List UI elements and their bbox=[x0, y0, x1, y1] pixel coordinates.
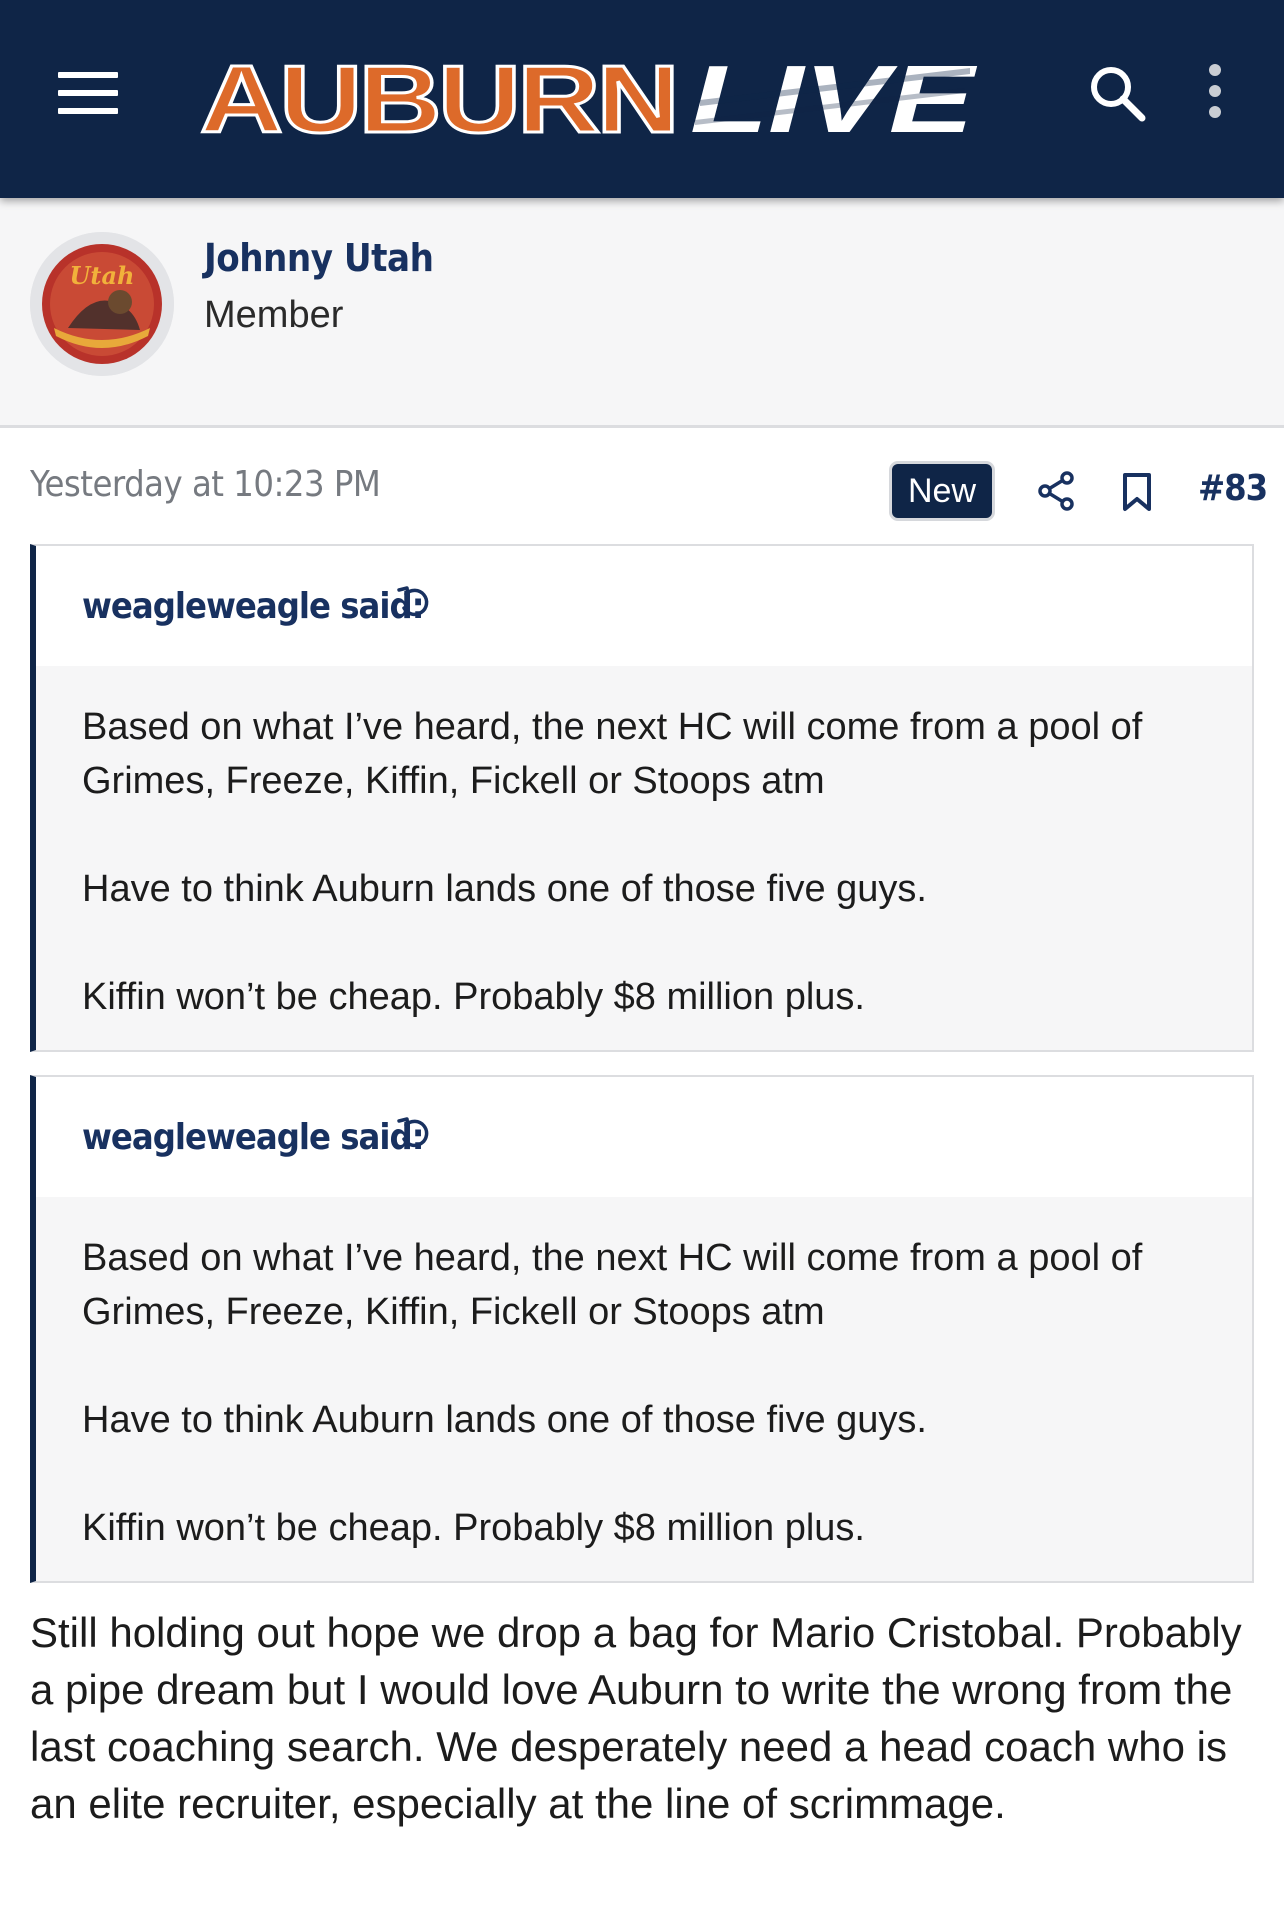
bookmark-icon[interactable] bbox=[1120, 472, 1154, 512]
post-meta-row: Yesterday at 10:23 PM New #83 bbox=[0, 428, 1284, 538]
quote-paragraph: Have to think Auburn lands one of those … bbox=[82, 868, 927, 910]
quote-paragraph: Based on what I’ve heard, the next HC wi… bbox=[82, 706, 1143, 802]
quote-content: Based on what I’ve heard, the next HC wi… bbox=[36, 666, 1252, 1060]
post-author-block: Utah Johnny Utah Member bbox=[0, 198, 1284, 428]
menu-icon[interactable] bbox=[58, 72, 118, 114]
quote-paragraph: Kiffin won’t be cheap. Probably $8 milli… bbox=[82, 976, 865, 1018]
search-icon[interactable] bbox=[1086, 62, 1148, 124]
author-name[interactable]: Johnny Utah bbox=[204, 236, 434, 280]
quote-header: weagleweagle said: bbox=[36, 546, 1252, 666]
quote-author-link[interactable]: weagleweagle said: bbox=[82, 586, 425, 627]
more-vertical-icon[interactable] bbox=[1198, 64, 1232, 124]
quote-header: weagleweagle said: bbox=[36, 1077, 1252, 1197]
quote-paragraph: Based on what I’ve heard, the next HC wi… bbox=[82, 1237, 1143, 1333]
quote-paragraph: Kiffin won’t be cheap. Probably $8 milli… bbox=[82, 1507, 865, 1549]
jump-to-quote-icon[interactable] bbox=[396, 584, 432, 622]
avatar-lettering: Utah bbox=[69, 261, 134, 290]
share-icon[interactable] bbox=[1036, 470, 1076, 512]
top-navigation-bar: AUBURN LIVE bbox=[0, 0, 1284, 198]
post-timestamp[interactable]: Yesterday at 10:23 PM bbox=[30, 464, 381, 505]
logo-auburn-text: AUBURN bbox=[200, 46, 676, 146]
post-number-link[interactable]: #83 bbox=[1198, 468, 1268, 509]
post-body-text: Still holding out hope we drop a bag for… bbox=[30, 1609, 1242, 1827]
new-badge: New bbox=[892, 464, 992, 518]
jump-to-quote-icon[interactable] bbox=[396, 1115, 432, 1153]
avatar[interactable]: Utah bbox=[30, 232, 174, 376]
quote-block: weagleweagle said: Based on what I’ve he… bbox=[30, 544, 1254, 1052]
quote-author-link[interactable]: weagleweagle said: bbox=[82, 1117, 425, 1158]
quote-block: weagleweagle said: Based on what I’ve he… bbox=[30, 1075, 1254, 1583]
site-logo[interactable]: AUBURN LIVE bbox=[200, 46, 980, 146]
quote-paragraph: Have to think Auburn lands one of those … bbox=[82, 1399, 927, 1441]
author-role: Member bbox=[204, 294, 344, 336]
quote-content: Based on what I’ve heard, the next HC wi… bbox=[36, 1197, 1252, 1591]
